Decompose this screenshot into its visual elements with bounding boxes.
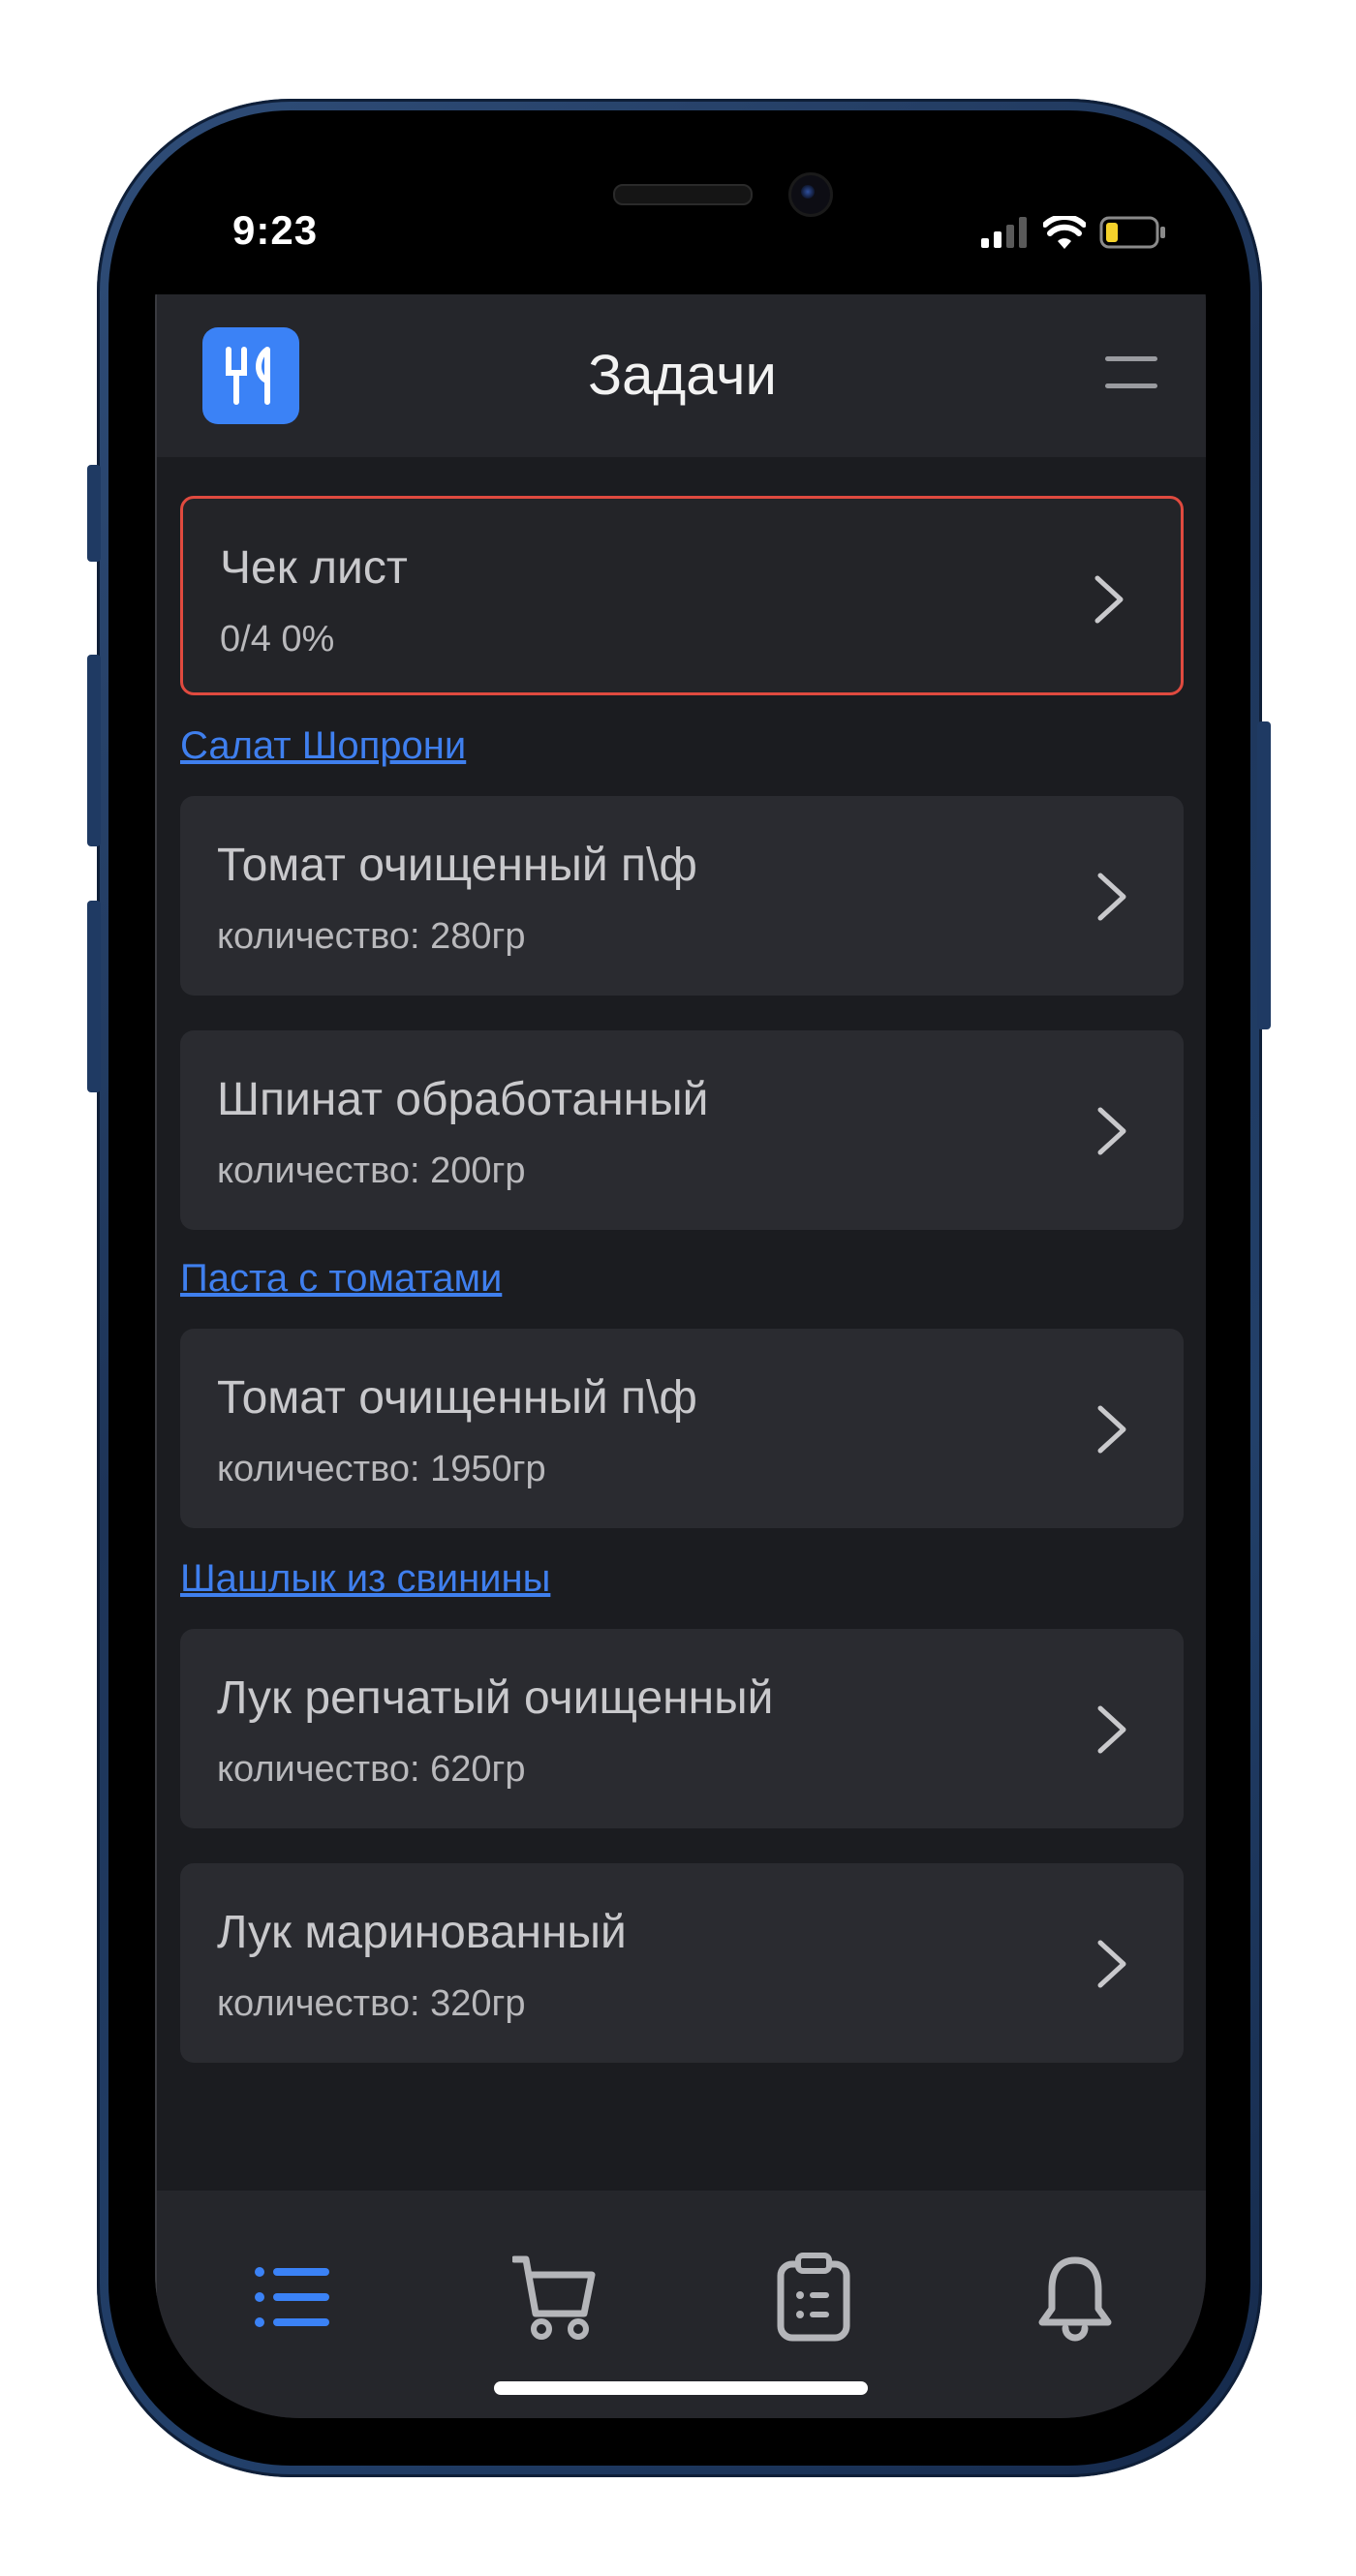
section-link[interactable]: Салат Шопрони (180, 724, 466, 768)
section-link[interactable]: Шашлык из свинины (180, 1557, 550, 1601)
status-icons (981, 215, 1167, 250)
menu-line-icon (1105, 356, 1157, 361)
tab-cart[interactable] (506, 2249, 602, 2346)
task-list: Чек лист 0/4 0% Салат Шопрони Томат очищ… (155, 457, 1206, 2191)
task-name: Шпинат обработанный (217, 1074, 709, 1125)
task-card[interactable]: Лук маринованный количество: 320гр (180, 1863, 1184, 2063)
task-quantity: количество: 1950гр (217, 1449, 546, 1489)
front-camera (788, 172, 833, 217)
chevron-right-icon (1097, 1405, 1126, 1454)
menu-button[interactable] (1105, 353, 1157, 391)
tab-notifications[interactable] (1027, 2249, 1124, 2346)
volume-down-button (87, 901, 101, 1092)
chevron-right-icon (1094, 575, 1124, 624)
task-name: Томат очищенный п\ф (217, 840, 697, 891)
checklist-progress: 0/4 0% (220, 619, 335, 659)
task-card[interactable]: Лук репчатый очищенный количество: 620гр (180, 1629, 1184, 1828)
task-quantity: количество: 320гр (217, 1983, 526, 2024)
mute-switch (87, 465, 101, 562)
task-quantity: количество: 200гр (217, 1150, 526, 1191)
battery-icon (1099, 216, 1165, 249)
task-card[interactable]: Шпинат обработанный количество: 200гр (180, 1030, 1184, 1230)
checklist-card[interactable]: Чек лист 0/4 0% (180, 496, 1184, 695)
status-time: 9:23 (232, 207, 319, 253)
wifi-icon (1043, 216, 1086, 249)
task-quantity: количество: 280гр (217, 916, 526, 957)
chevron-right-icon (1097, 873, 1126, 921)
home-indicator[interactable] (494, 2381, 868, 2395)
volume-up-button (87, 655, 101, 846)
task-name: Лук маринованный (217, 1907, 627, 1958)
section-link[interactable]: Паста с томатами (180, 1257, 502, 1301)
power-button (1257, 721, 1271, 1029)
tab-tasks[interactable] (244, 2249, 341, 2346)
page-title: Задачи (588, 344, 777, 407)
chevron-right-icon (1097, 1705, 1126, 1754)
chevron-right-icon (1097, 1107, 1126, 1155)
app-header: Задачи (155, 294, 1206, 457)
app-window: Задачи Чек лист 0/4 0% Салат Шопрони Том… (155, 294, 1206, 2418)
list-icon (255, 2267, 329, 2327)
screen: 9:23 Задачи Чек лист 0/4 0% Салат Шопрон… (155, 159, 1206, 2418)
tab-checklist[interactable] (765, 2249, 862, 2346)
task-card[interactable]: Томат очищенный п\ф количество: 1950гр (180, 1329, 1184, 1528)
task-name: Томат очищенный п\ф (217, 1372, 697, 1424)
cellular-signal-icon (981, 217, 1027, 248)
task-name: Лук репчатый очищенный (217, 1672, 774, 1724)
task-card[interactable]: Томат очищенный п\ф количество: 280гр (180, 796, 1184, 996)
clipboard-icon (777, 2253, 850, 2342)
checklist-title: Чек лист (220, 542, 408, 594)
earpiece-speaker (613, 184, 753, 205)
task-quantity: количество: 620гр (217, 1749, 526, 1790)
chevron-right-icon (1097, 1940, 1126, 1988)
menu-line-icon (1105, 383, 1157, 388)
cart-icon (512, 2255, 596, 2340)
bell-icon (1038, 2256, 1112, 2342)
